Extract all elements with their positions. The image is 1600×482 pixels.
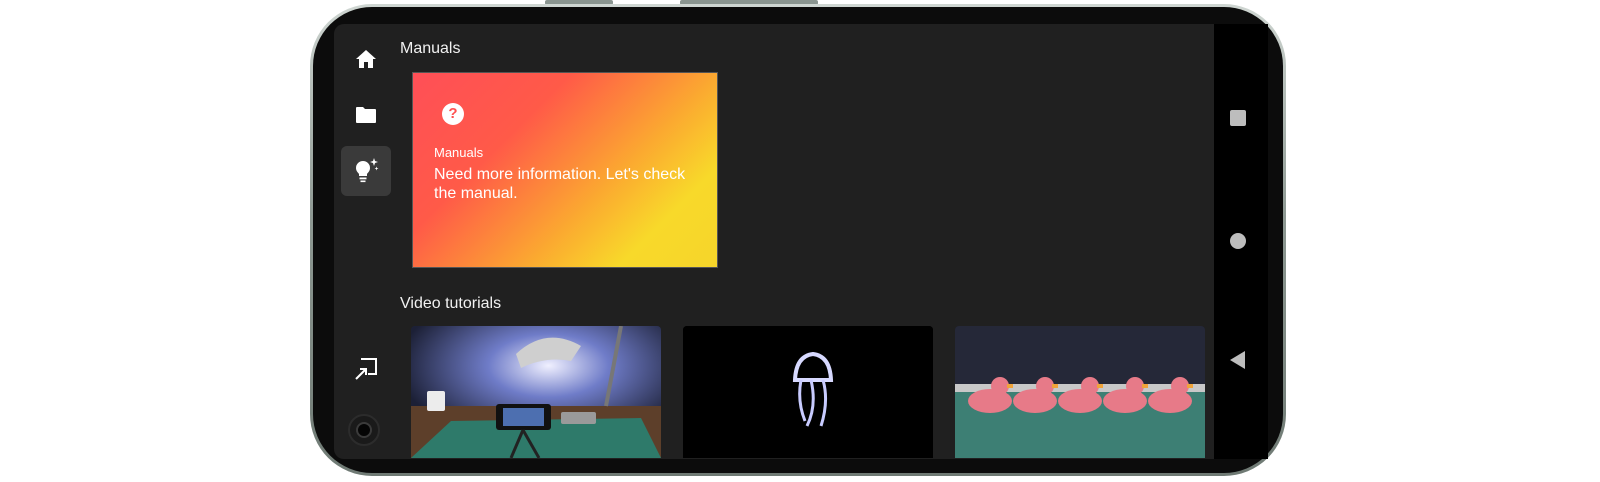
home-nav-button[interactable] [1230, 233, 1246, 249]
rail-files-button[interactable] [341, 90, 391, 140]
recents-button[interactable] [1230, 110, 1246, 126]
video-thumbnail-image [683, 326, 933, 458]
folder-icon [356, 107, 376, 123]
manuals-card[interactable]: ? Manuals Need more information. Let's c… [412, 72, 718, 268]
manuals-card-text: Need more information. Let's check the m… [434, 166, 686, 202]
manuals-card-label: Manuals [434, 145, 484, 160]
device-stage: Manuals ? Manuals Need more information.… [0, 0, 1600, 482]
camera-lens [356, 422, 372, 438]
section-title-manuals: Manuals [400, 40, 461, 57]
help-circle-icon: ? [442, 103, 464, 125]
rail-tips-button[interactable] [341, 146, 391, 196]
video-thumbnail-rubber-ducks[interactable] [955, 326, 1205, 458]
video-thumbnail-jellyfish[interactable] [683, 326, 933, 458]
system-nav-bar [1214, 24, 1268, 459]
front-camera [348, 414, 380, 446]
cast-arrow-icon [355, 358, 377, 380]
back-button[interactable] [1230, 351, 1245, 369]
rail-home-button[interactable] [341, 34, 391, 84]
rail-cast-button[interactable] [341, 344, 391, 394]
lightbulb-sparkle-icon [356, 158, 379, 183]
video-thumbnail-image [411, 326, 661, 458]
video-thumbnail-image [955, 326, 1205, 458]
video-thumbnail-desk-lamp[interactable] [411, 326, 661, 458]
home-icon [356, 50, 376, 68]
section-title-videos: Video tutorials [400, 295, 502, 312]
